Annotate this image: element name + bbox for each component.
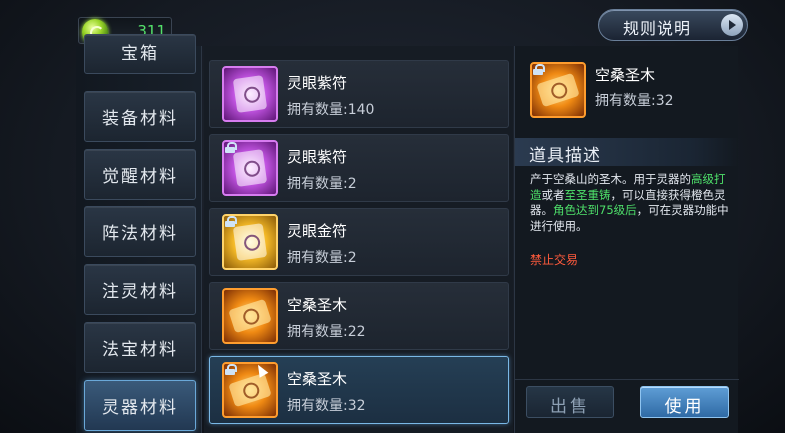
game-screen: 311 规则说明 宝箱 装备材料 觉醒材料 阵法材料 注灵材料 法宝材料 灵器材… bbox=[0, 0, 785, 433]
item-name: 空桑圣木 bbox=[287, 370, 348, 388]
divider bbox=[515, 379, 739, 380]
tab-label: 觉醒材料 bbox=[102, 167, 178, 187]
gold-talisman-icon bbox=[222, 214, 278, 270]
list-item[interactable]: 灵眼紫符 拥有数量:2 bbox=[209, 134, 509, 202]
trade-restriction-text: 禁止交易 bbox=[530, 253, 579, 267]
item-name: 灵眼金符 bbox=[287, 222, 348, 240]
item-description: 产于空桑山的圣木。用于灵器的高级打造或者至圣重铸，可以直接获得橙色灵器。角色达到… bbox=[530, 172, 729, 233]
tab-label: 注灵材料 bbox=[102, 282, 178, 302]
rules-button-label: 规则说明 bbox=[623, 19, 692, 38]
description-header: 道具描述 bbox=[515, 138, 739, 166]
tab-treasure-chest[interactable]: 宝箱 bbox=[84, 34, 196, 74]
purple-talisman-icon bbox=[222, 66, 278, 122]
item-count: 拥有数量:140 bbox=[287, 102, 375, 118]
tab-label: 宝箱 bbox=[121, 44, 159, 64]
sell-button[interactable]: 出售 bbox=[526, 386, 614, 418]
rules-button[interactable]: 规则说明 bbox=[598, 9, 748, 41]
category-tabs: 宝箱 装备材料 觉醒材料 阵法材料 注灵材料 法宝材料 灵器材料 bbox=[76, 34, 202, 433]
lock-icon bbox=[225, 142, 237, 153]
arrow-right-icon bbox=[721, 14, 743, 36]
detail-item-name: 空桑圣木 bbox=[595, 66, 656, 84]
description-title: 道具描述 bbox=[529, 146, 601, 166]
item-count: 拥有数量:2 bbox=[287, 176, 357, 192]
item-name: 空桑圣木 bbox=[287, 296, 348, 314]
item-count: 拥有数量:32 bbox=[287, 398, 366, 414]
tab-label: 灵器材料 bbox=[102, 398, 178, 418]
list-item[interactable]: 灵眼金符 拥有数量:2 bbox=[209, 208, 509, 276]
item-count: 拥有数量:22 bbox=[287, 324, 366, 340]
item-list: 灵眼紫符 拥有数量:140 灵眼紫符 拥有数量:2 灵眼金符 拥有数量:2 空桑… bbox=[204, 46, 513, 433]
purple-talisman-icon bbox=[222, 140, 278, 196]
lock-icon bbox=[533, 64, 545, 75]
list-item[interactable]: 灵眼紫符 拥有数量:140 bbox=[209, 60, 509, 128]
list-item[interactable]: 空桑圣木 拥有数量:22 bbox=[209, 282, 509, 350]
item-name: 灵眼紫符 bbox=[287, 148, 348, 166]
lock-icon bbox=[225, 216, 237, 227]
tab-spirit-weapon-materials[interactable]: 灵器材料 bbox=[84, 380, 196, 431]
tab-equipment-materials[interactable]: 装备材料 bbox=[84, 91, 196, 142]
item-detail-panel: 空桑圣木 拥有数量:32 道具描述 产于空桑山的圣木。用于灵器的高级打造或者至圣… bbox=[514, 46, 739, 433]
sell-button-label: 出售 bbox=[550, 397, 590, 417]
item-count: 拥有数量:2 bbox=[287, 250, 357, 266]
tab-awakening-materials[interactable]: 觉醒材料 bbox=[84, 149, 196, 200]
tab-formation-materials[interactable]: 阵法材料 bbox=[84, 206, 196, 257]
tab-infusion-materials[interactable]: 注灵材料 bbox=[84, 264, 196, 315]
sacred-wood-icon bbox=[222, 362, 278, 418]
use-button[interactable]: 使用 bbox=[640, 386, 729, 418]
tab-magic-treasure-materials[interactable]: 法宝材料 bbox=[84, 322, 196, 373]
tab-label: 法宝材料 bbox=[102, 340, 178, 360]
lock-icon bbox=[225, 364, 237, 375]
tab-label: 阵法材料 bbox=[102, 224, 178, 244]
sacred-wood-icon bbox=[530, 62, 586, 118]
detail-item-count: 拥有数量:32 bbox=[595, 93, 674, 109]
sacred-wood-icon bbox=[222, 288, 278, 344]
use-button-label: 使用 bbox=[664, 397, 705, 417]
tab-label: 装备材料 bbox=[102, 109, 178, 129]
item-name: 灵眼紫符 bbox=[287, 74, 348, 92]
